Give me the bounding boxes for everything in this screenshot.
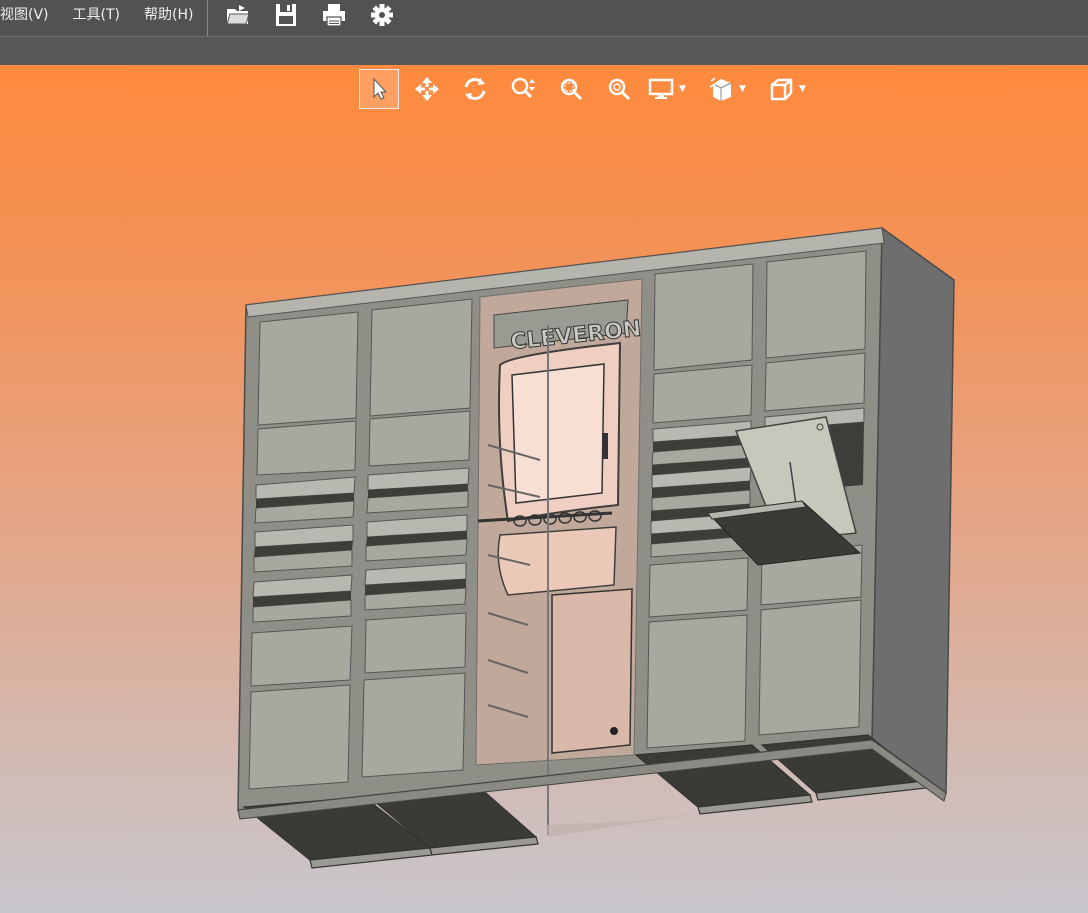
viewport-toolbar: ▼ ▼ ▼ xyxy=(359,69,827,109)
menu-view[interactable]: 视图(V) xyxy=(0,0,61,36)
view-cube-dropdown[interactable]: ▼ xyxy=(767,75,823,103)
section-view-dropdown[interactable]: ▼ xyxy=(707,75,763,103)
zoom-icon[interactable] xyxy=(503,69,543,109)
secondary-toolbar xyxy=(0,36,1088,66)
select-arrow-icon[interactable] xyxy=(359,69,399,109)
open-folder-icon[interactable] xyxy=(223,0,253,30)
side-panel xyxy=(871,226,955,795)
print-icon[interactable] xyxy=(319,0,349,30)
chevron-down-icon: ▼ xyxy=(739,84,746,94)
chevron-down-icon: ▼ xyxy=(799,84,806,94)
zoom-window-icon[interactable] xyxy=(551,69,591,109)
menu-bar: 视图(V) 工具(T) 帮助(H) xyxy=(0,0,1088,36)
center-bay: CLEVERON xyxy=(475,278,643,835)
chevron-down-icon: ▼ xyxy=(679,84,686,94)
display-mode-dropdown[interactable]: ▼ xyxy=(647,75,703,103)
3d-viewport[interactable]: CLEVERON ▼ ▼ ▼ xyxy=(0,65,1088,913)
gear-icon[interactable] xyxy=(367,0,397,30)
menu-help[interactable]: 帮助(H) xyxy=(132,0,205,36)
view-cube-icon xyxy=(770,78,793,101)
locker-model: CLEVERON xyxy=(237,226,955,869)
pan-icon[interactable] xyxy=(407,69,447,109)
menu-separator xyxy=(207,0,209,36)
section-view-icon xyxy=(709,77,732,101)
zoom-fit-icon[interactable] xyxy=(599,69,639,109)
rotate-icon[interactable] xyxy=(455,69,495,109)
display-mode-icon xyxy=(648,78,674,99)
menu-tools[interactable]: 工具(T) xyxy=(61,0,132,36)
save-icon[interactable] xyxy=(271,0,301,30)
